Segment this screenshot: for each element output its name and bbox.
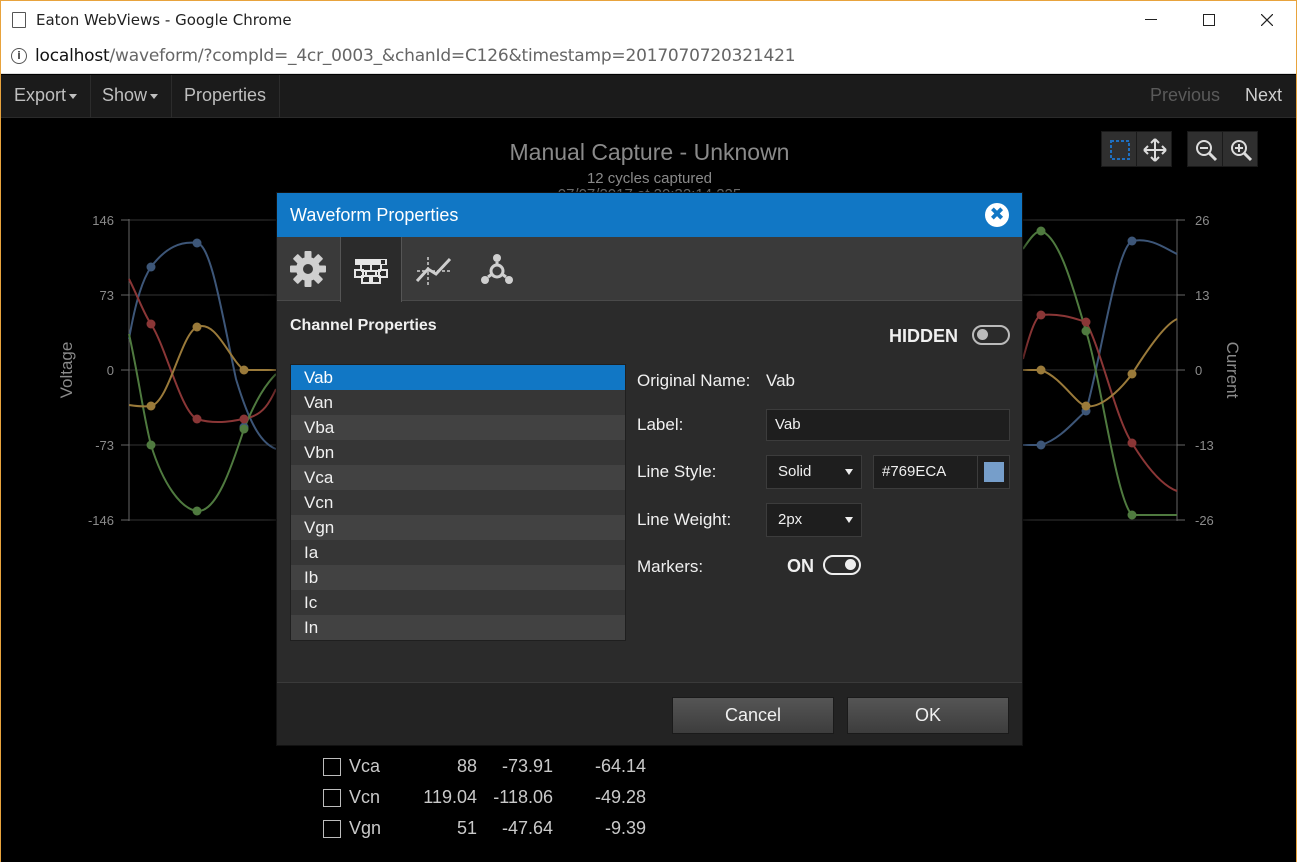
right-axis-label: Current	[1223, 342, 1242, 399]
left-tick-label: 0	[107, 363, 114, 378]
channel-tree-icon	[354, 258, 388, 284]
tab-line-chart[interactable]	[403, 237, 465, 301]
info-icon[interactable]: i	[11, 48, 27, 64]
app-toolbar: Export Show Properties Previous Next	[1, 75, 1296, 118]
color-swatch	[984, 462, 1004, 482]
legend-row: Vcn 119.04 -118.06 -49.28	[323, 787, 653, 811]
ok-button[interactable]: OK	[847, 697, 1009, 734]
right-tick-label: 13	[1195, 288, 1209, 303]
window-title: Eaton WebViews - Google Chrome	[36, 11, 292, 29]
left-tick-label: -146	[88, 513, 114, 528]
chevron-down-icon	[150, 93, 159, 99]
channel-checkbox[interactable]	[323, 820, 341, 838]
gear-icon	[290, 251, 326, 287]
list-item[interactable]: Ia	[291, 540, 625, 565]
page-document-icon	[12, 12, 26, 28]
list-item[interactable]: Ib	[291, 565, 625, 590]
label-input[interactable]: Vab	[766, 409, 1010, 441]
series-line-red	[128, 278, 277, 424]
channel-list[interactable]: Vab Van Vba Vbn Vca Vcn Vgn Ia Ib Ic In	[290, 364, 626, 641]
list-item[interactable]: Vcn	[291, 490, 625, 515]
label-field-label: Label:	[637, 415, 684, 434]
list-item[interactable]: In	[291, 615, 625, 640]
line-chart-icon	[415, 257, 452, 285]
browser-window: Eaton WebViews - Google Chrome i localho…	[0, 0, 1297, 862]
list-item[interactable]: Vba	[291, 415, 625, 440]
markers-on-label: ON	[787, 556, 814, 576]
dialog-header: Waveform Properties ✖	[277, 193, 1022, 237]
show-menu[interactable]: Show	[89, 75, 173, 118]
channel-checkbox[interactable]	[323, 789, 341, 807]
right-tick-label: 0	[1195, 363, 1202, 378]
maximize-button[interactable]	[1180, 1, 1238, 39]
chevron-down-icon	[69, 93, 78, 99]
series-line-orange	[128, 324, 276, 408]
original-name-value: Vab	[766, 371, 795, 390]
list-item[interactable]: Vgn	[291, 515, 625, 540]
chevron-down-icon	[845, 517, 853, 523]
list-item[interactable]: Vbn	[291, 440, 625, 465]
properties-button[interactable]: Properties	[171, 75, 281, 118]
series-markers-right	[1036, 226, 1137, 520]
close-window-button[interactable]	[1238, 1, 1296, 39]
channel-checkbox[interactable]	[323, 758, 341, 776]
tab-channel-properties[interactable]	[340, 237, 402, 302]
toggle-knob	[845, 559, 856, 570]
next-button[interactable]: Next	[1232, 75, 1295, 118]
waveform-properties-dialog: Waveform Properties ✖ Channel Properties…	[276, 192, 1023, 746]
hidden-label: HIDDEN	[889, 326, 959, 346]
left-axis-label: Voltage	[57, 342, 76, 399]
left-tick-label: 146	[92, 213, 114, 228]
list-item[interactable]: Van	[291, 390, 625, 415]
original-name-label: Original Name:	[637, 371, 751, 390]
previous-button[interactable]: Previous	[1137, 75, 1233, 118]
legend-row: Vca 88 -73.91 -64.14	[323, 756, 653, 780]
dialog-title: Waveform Properties	[290, 205, 459, 225]
cancel-button[interactable]: Cancel	[672, 697, 834, 734]
list-item[interactable]: Ic	[291, 590, 625, 615]
legend-row: Vgn 51 -47.64 -9.39	[323, 818, 653, 842]
markers-toggle[interactable]	[823, 555, 861, 575]
line-style-select[interactable]: Solid	[766, 455, 862, 489]
left-tick-label: -73	[95, 438, 114, 453]
list-item[interactable]: Vab	[291, 365, 625, 390]
hidden-toggle[interactable]	[972, 325, 1010, 345]
chevron-down-icon	[845, 469, 853, 475]
color-picker-button[interactable]	[977, 456, 1009, 488]
url-text[interactable]: localhost/waveform/?compId=_4cr_0003_&ch…	[35, 46, 796, 66]
minimize-button[interactable]	[1122, 1, 1180, 39]
section-title: Channel Properties	[290, 317, 437, 334]
line-weight-select[interactable]: 2px	[766, 503, 862, 537]
left-tick-label: 73	[100, 288, 114, 303]
markers-label: Markers:	[637, 557, 704, 576]
tab-general-settings[interactable]	[277, 237, 339, 301]
tab-network[interactable]	[466, 237, 528, 301]
dialog-tabs	[277, 237, 1022, 302]
line-weight-label: Line Weight:	[637, 510, 732, 529]
right-tick-label: -26	[1195, 513, 1214, 528]
list-item[interactable]: Vca	[291, 465, 625, 490]
dialog-footer: Cancel OK	[277, 682, 1022, 745]
series-line-blue	[128, 241, 277, 450]
right-tick-label: -13	[1195, 438, 1214, 453]
network-icon	[481, 254, 513, 284]
toggle-knob	[977, 329, 988, 340]
dialog-close-icon[interactable]: ✖	[985, 203, 1009, 227]
line-style-label: Line Style:	[637, 462, 717, 481]
export-menu[interactable]: Export	[1, 75, 92, 118]
window-title-bar: Eaton WebViews - Google Chrome	[1, 1, 1296, 39]
right-tick-label: 26	[1195, 213, 1209, 228]
address-bar[interactable]: i localhost/waveform/?compId=_4cr_0003_&…	[1, 39, 1296, 74]
series-line-green	[128, 333, 277, 513]
